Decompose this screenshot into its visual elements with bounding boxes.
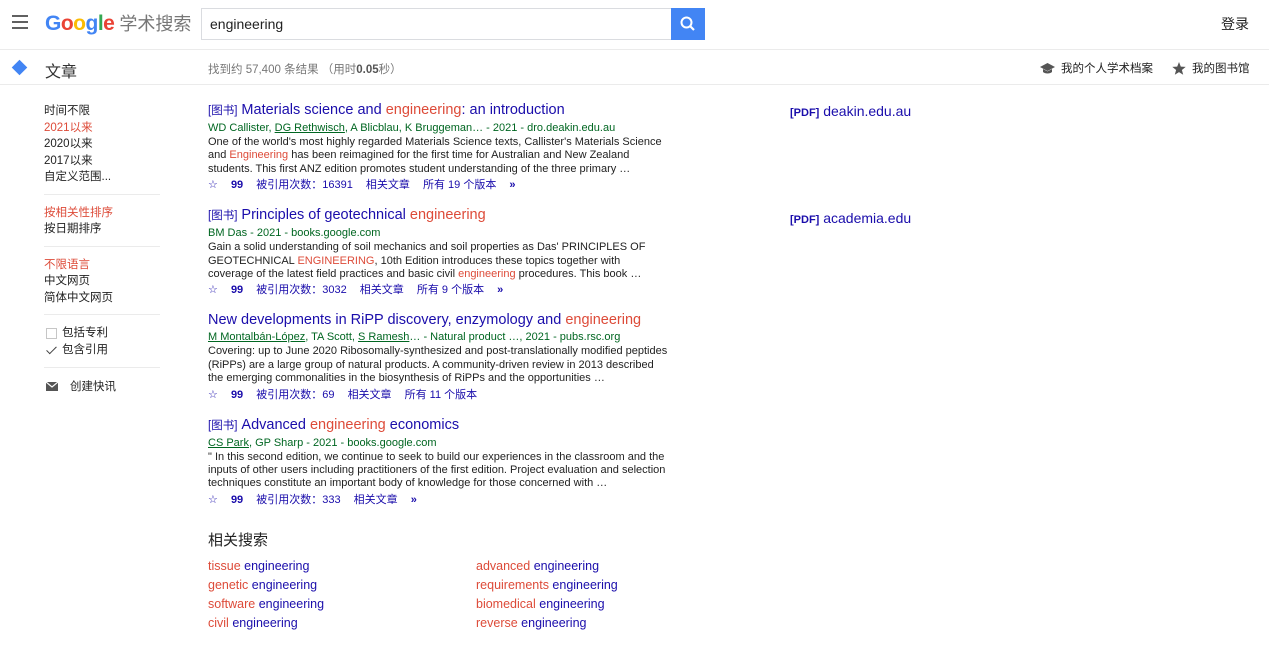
menu-icon[interactable] <box>12 15 28 29</box>
result-actions: ☆ 99 被引用次数：16391 相关文章 所有 19 个版本 » <box>208 177 668 193</box>
result-actions: ☆ 99 被引用次数：69 相关文章 所有 11 个版本 <box>208 387 668 403</box>
login-button[interactable]: 登录 <box>1221 14 1249 34</box>
cited-by-link[interactable]: 被引用次数：69 <box>256 389 334 401</box>
logo[interactable]: Google 学术搜索 <box>45 10 191 36</box>
cite-quote-icon[interactable]: 99 <box>231 179 243 191</box>
related-articles-link[interactable]: 相关文章 <box>354 494 398 506</box>
author-link[interactable]: DG Rethwisch <box>275 122 345 134</box>
result-item: [图书] Principles of geotechnical engineer… <box>208 206 668 298</box>
sidebar: 时间不限 2021以来 2020以来 2017以来 自定义范围... 按相关性排… <box>44 103 164 394</box>
result-item: [图书] Materials science and engineering: … <box>208 101 668 193</box>
pdf-link[interactable]: [PDF] deakin.edu.au <box>790 103 911 119</box>
logo-suffix: 学术搜索 <box>119 14 192 34</box>
save-star-icon[interactable]: ☆ <box>208 284 218 296</box>
star-icon <box>1172 62 1186 75</box>
related-articles-link[interactable]: 相关文章 <box>348 389 392 401</box>
result-title[interactable]: [图书] Principles of geotechnical engineer… <box>208 206 668 225</box>
save-star-icon[interactable]: ☆ <box>208 494 218 506</box>
save-star-icon[interactable]: ☆ <box>208 179 218 191</box>
related-search-link[interactable]: software engineering <box>208 597 476 611</box>
related-search-link[interactable]: genetic engineering <box>208 578 476 592</box>
result-meta: WD Callister, DG Rethwisch, A Blicblau, … <box>208 122 616 134</box>
result-item: New developments in RiPP discovery, enzy… <box>208 311 668 402</box>
result-actions: ☆ 99 被引用次数：333 相关文章 » <box>208 492 668 508</box>
related-search-link[interactable]: requirements engineering <box>476 578 676 592</box>
result-actions: ☆ 99 被引用次数：3032 相关文章 所有 9 个版本 » <box>208 282 668 298</box>
section-label[interactable]: 文章 <box>45 58 77 82</box>
more-icon[interactable]: » <box>509 179 515 191</box>
cite-quote-icon[interactable]: 99 <box>231 494 243 506</box>
language-group: 不限语言 中文网页 简体中文网页 <box>44 257 160 315</box>
time-filter-custom[interactable]: 自定义范围... <box>44 169 160 186</box>
sort-group: 按相关性排序 按日期排序 <box>44 205 160 247</box>
related-searches-title: 相关搜索 <box>208 532 269 549</box>
result-meta: CS Park, GP Sharp - 2021 - books.google.… <box>208 436 437 449</box>
sort-relevance[interactable]: 按相关性排序 <box>44 205 160 222</box>
results-list: [图书] Materials science and engineering: … <box>208 101 668 521</box>
checkbox[interactable] <box>46 328 57 339</box>
more-icon[interactable]: » <box>411 494 417 506</box>
all-versions-link[interactable]: 所有 11 个版本 <box>405 389 478 401</box>
lang-simplified-chinese[interactable]: 简体中文网页 <box>44 290 160 307</box>
more-icon[interactable]: » <box>497 284 503 296</box>
time-filter-group: 时间不限 2021以来 2020以来 2017以来 自定义范围... <box>44 103 160 195</box>
my-library-link[interactable]: 我的图书馆 <box>1172 60 1250 76</box>
related-search-link[interactable]: biomedical engineering <box>476 597 676 611</box>
cited-by-link[interactable]: 被引用次数：3032 <box>256 284 346 296</box>
create-alert-link[interactable]: 创建快讯 <box>44 378 164 394</box>
related-search-link[interactable]: advanced engineering <box>476 559 676 573</box>
related-search-link[interactable]: civil engineering <box>208 616 476 630</box>
lang-chinese[interactable]: 中文网页 <box>44 273 160 290</box>
include-patents-checkbox[interactable]: 包括专利 <box>44 325 160 342</box>
cite-quote-icon[interactable]: 99 <box>231 389 243 401</box>
related-search-link[interactable]: reverse engineering <box>476 616 676 630</box>
result-title[interactable]: [图书] Advanced engineering economics <box>208 416 668 435</box>
result-stats: 找到约 57,400 条结果 （用时0.05秒） <box>208 64 402 76</box>
top-bar: Google学术搜索 登录 <box>0 0 1269 50</box>
search-input[interactable] <box>201 8 671 40</box>
related-searches: 相关搜索 tissue engineering advanced enginee… <box>208 529 688 630</box>
all-versions-link[interactable]: 所有 19 个版本 <box>423 179 496 191</box>
related-searches-grid: tissue engineering advanced engineering … <box>208 559 688 630</box>
time-filter-since-2017[interactable]: 2017以来 <box>44 153 160 170</box>
result-snippet: " In this second edition, we continue to… <box>208 450 666 490</box>
search-icon <box>680 16 695 31</box>
result-snippet: Covering: up to June 2020 Ribosomally-sy… <box>208 345 668 385</box>
save-star-icon[interactable]: ☆ <box>208 389 218 401</box>
mortarboard-icon <box>1040 63 1055 74</box>
cited-by-link[interactable]: 被引用次数：16391 <box>256 179 353 191</box>
result-snippet: Gain a solid understanding of soil mecha… <box>208 241 646 281</box>
cite-quote-icon[interactable]: 99 <box>231 284 243 296</box>
related-articles-link[interactable]: 相关文章 <box>360 284 404 296</box>
my-profile-link[interactable]: 我的个人学术档案 <box>1040 60 1153 76</box>
search-button[interactable] <box>671 8 705 40</box>
result-item: [图书] Advanced engineering economics CS P… <box>208 416 668 508</box>
result-title[interactable]: [图书] Materials science and engineering: … <box>208 101 668 120</box>
all-versions-link[interactable]: 所有 9 个版本 <box>417 284 484 296</box>
pdf-link[interactable]: [PDF] academia.edu <box>790 210 911 226</box>
author-link[interactable]: M Montalbán-López <box>208 331 305 343</box>
result-snippet: One of the world's most highly regarded … <box>208 136 662 175</box>
related-articles-link[interactable]: 相关文章 <box>366 179 410 191</box>
checkbox-checked[interactable] <box>46 345 57 356</box>
include-group: 包括专利 包含引用 <box>44 325 160 368</box>
result-meta: M Montalbán-López, TA Scott, S Ramesh… -… <box>208 331 621 344</box>
time-filter-since-2021[interactable]: 2021以来 <box>44 120 160 137</box>
time-filter-any[interactable]: 时间不限 <box>44 103 160 120</box>
result-meta: BM Das - 2021 - books.google.com <box>208 227 381 240</box>
lang-any[interactable]: 不限语言 <box>44 257 160 274</box>
time-filter-since-2020[interactable]: 2020以来 <box>44 136 160 153</box>
sort-date[interactable]: 按日期排序 <box>44 221 160 238</box>
related-search-link[interactable]: tissue engineering <box>208 559 476 573</box>
cited-by-link[interactable]: 被引用次数：333 <box>256 494 340 506</box>
result-title[interactable]: New developments in RiPP discovery, enzy… <box>208 311 668 329</box>
sub-bar: 文章 找到约 57,400 条结果 （用时0.05秒） 我的个人学术档案 我的图… <box>0 50 1269 85</box>
mail-icon <box>46 381 58 391</box>
author-link[interactable]: S Ramesh <box>358 331 409 343</box>
include-citations-checkbox[interactable]: 包含引用 <box>44 342 160 359</box>
diamond-icon <box>11 59 28 76</box>
author-link[interactable]: CS Park <box>208 437 249 449</box>
